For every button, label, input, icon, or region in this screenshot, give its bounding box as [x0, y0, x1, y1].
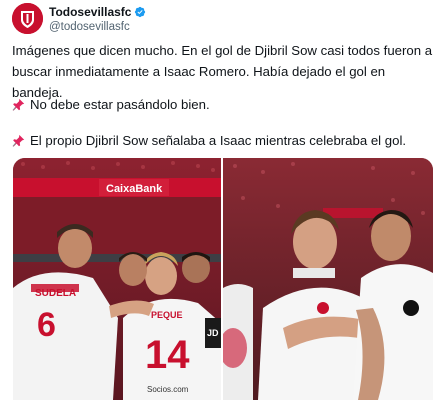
tweet-header: Todosevillasfc @todosevillasfc [12, 3, 432, 35]
celebration-photo-1: CaixaBank SUDELA 6 PEQUE 14 Socios.com J… [13, 158, 221, 400]
shirt-number-left: 6 [37, 306, 56, 344]
svg-text:JD: JD [207, 328, 219, 338]
tweet-photo-2[interactable] [223, 158, 433, 400]
caixabank-banner: CaixaBank [106, 183, 163, 195]
paragraph-2-text: No debe estar pasándolo bien. [30, 97, 210, 112]
club-crest-icon [12, 3, 43, 34]
celebration-photo-2 [223, 158, 433, 400]
tweet-text-paragraph-2: No debe estar pasándolo bien. [12, 94, 436, 115]
shirt-name-center: PEQUE [151, 310, 183, 320]
paragraph-3-text: El propio Djibril Sow señalaba a Isaac m… [30, 133, 407, 148]
display-name[interactable]: Todosevillasfc [49, 5, 146, 19]
shirt-number-center: 14 [145, 333, 190, 377]
avatar[interactable] [12, 3, 43, 34]
tweet-text-paragraph-3: El propio Djibril Sow señalaba a Isaac m… [12, 130, 436, 151]
handle[interactable]: @todosevillasfc [49, 20, 130, 34]
pushpin-icon [12, 134, 25, 147]
tweet-photo-1[interactable]: CaixaBank SUDELA 6 PEQUE 14 Socios.com J… [13, 158, 221, 400]
pushpin-icon [12, 98, 25, 111]
sponsor-text: Socios.com [147, 385, 189, 394]
verified-badge-icon [135, 6, 146, 18]
shirt-name-left: SUDELA [35, 288, 76, 299]
